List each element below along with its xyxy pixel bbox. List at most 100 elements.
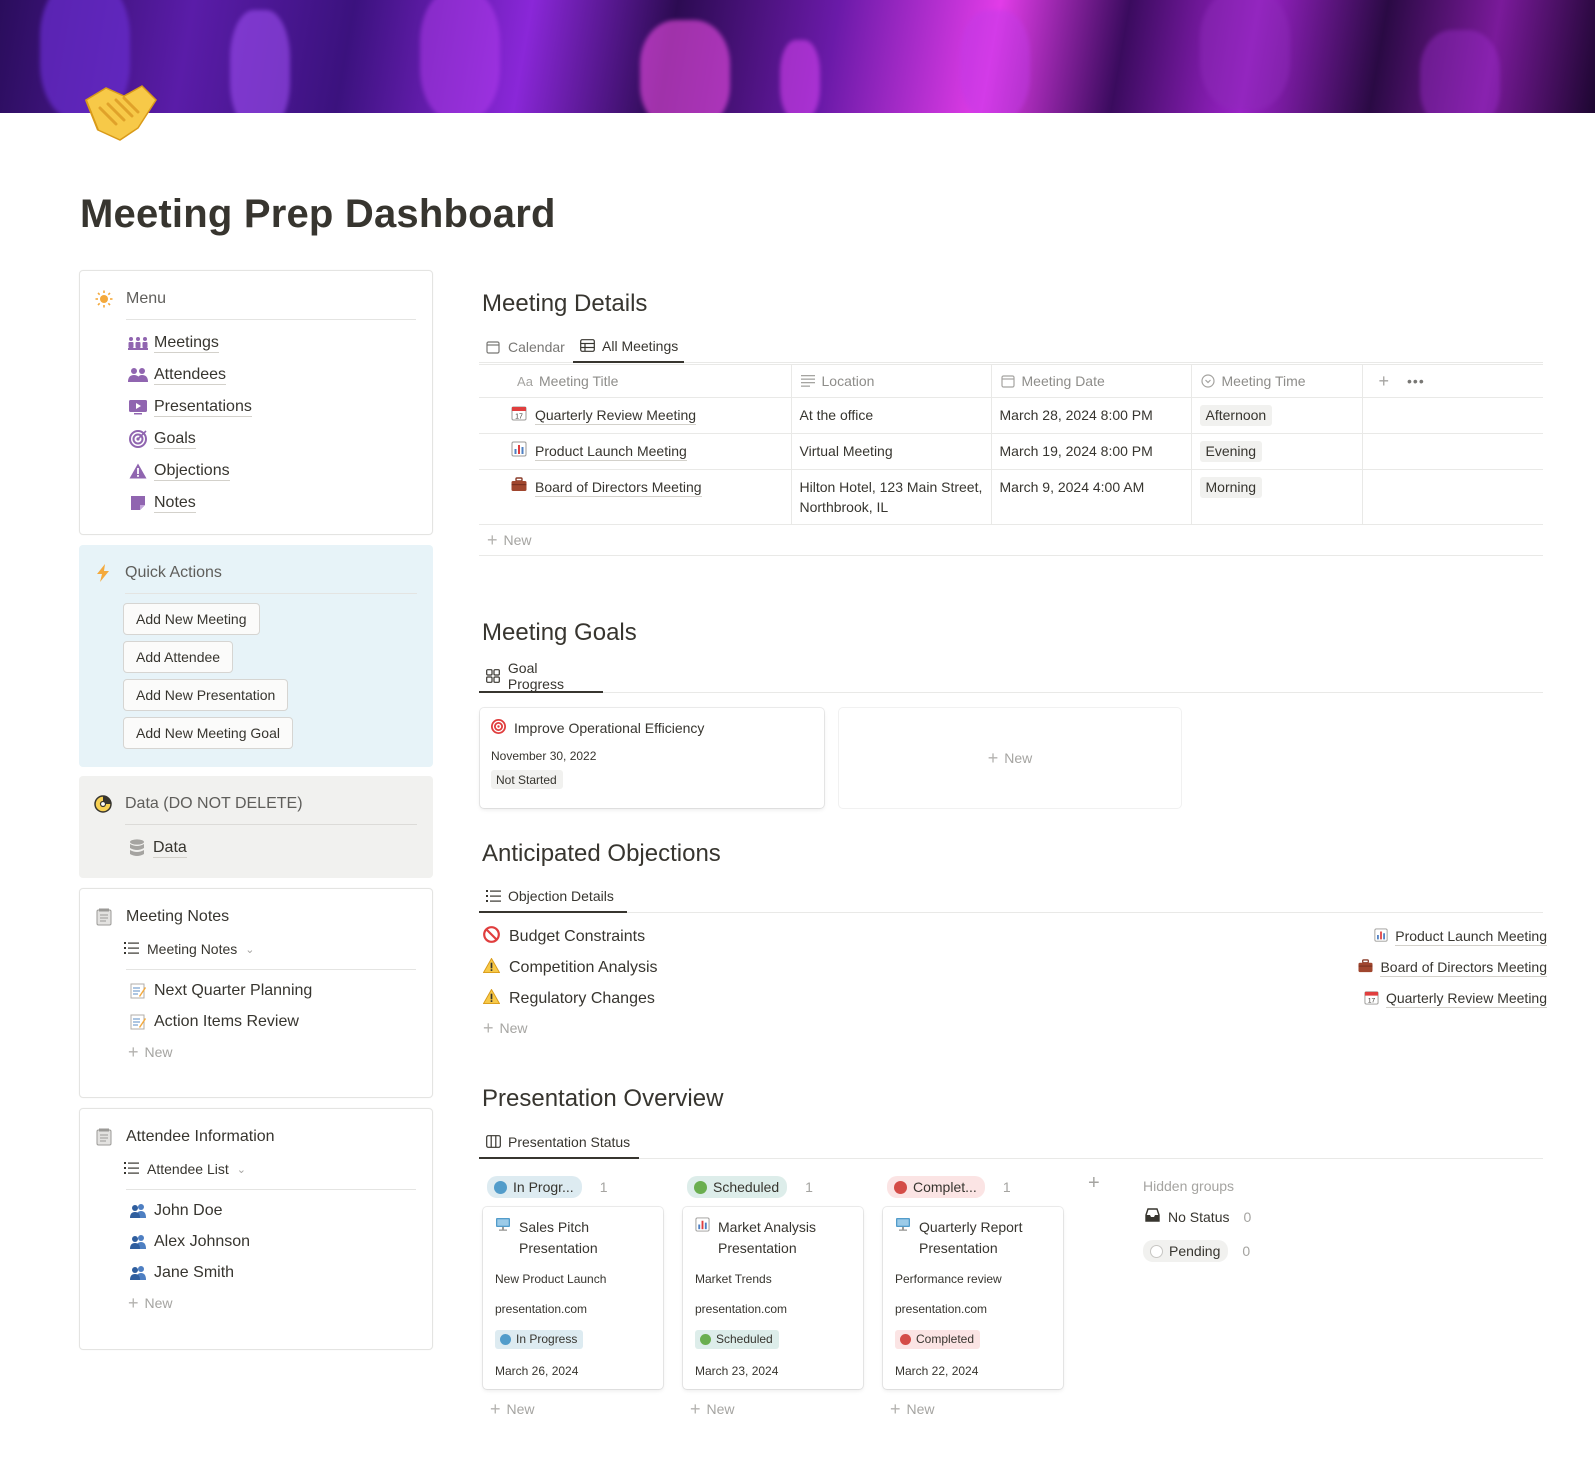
briefcase-icon (1358, 959, 1373, 976)
hidden-group-no-status[interactable]: No Status 0 (1145, 1208, 1251, 1225)
list-item[interactable]: John Doe (128, 1195, 250, 1226)
list-item[interactable]: Next Quarter Planning (128, 975, 312, 1006)
completed-new-button[interactable]: + New (890, 1394, 935, 1424)
data-link[interactable]: Data (127, 832, 187, 864)
time-tag: Morning (1199, 477, 1263, 498)
presentation-link[interactable]: presentation.com (895, 1300, 1051, 1319)
menu-header: Menu (94, 289, 166, 309)
add-attendee-button[interactable]: Add Attendee (123, 641, 234, 673)
menu-item-objections[interactable]: Objections (128, 455, 252, 487)
text-lines-icon (800, 373, 816, 389)
time-tag: Afternoon (1199, 405, 1273, 426)
table-row[interactable]: Board of Directors Meeting Hilton Hotel,… (479, 469, 1543, 525)
plus-icon: + (128, 1041, 139, 1062)
cover-banner (0, 0, 1595, 113)
menu-item-meetings[interactable]: Meetings (128, 327, 252, 359)
presentation-card[interactable]: Market Analysis Presentation Market Tren… (683, 1207, 863, 1389)
add-new-meeting-button[interactable]: Add New Meeting (123, 603, 260, 635)
sticky-note-icon (128, 493, 148, 513)
meeting-notes-view-selector[interactable]: Meeting Notes ⌄ (124, 941, 255, 957)
column-header-time[interactable]: Meeting Time (1191, 364, 1363, 398)
meeting-goals-tabs: Goal Progress (479, 660, 1543, 693)
new-row[interactable]: + New (479, 524, 1543, 556)
add-group-icon[interactable]: + (1088, 1172, 1100, 1195)
goal-card[interactable]: Improve Operational Efficiency November … (480, 708, 824, 808)
plus-icon: + (690, 1398, 701, 1419)
status-badge: Scheduled (695, 1330, 779, 1349)
menu-item-notes[interactable]: Notes (128, 487, 252, 519)
status-badge: Completed (895, 1330, 981, 1349)
presentation-link[interactable]: presentation.com (495, 1300, 651, 1319)
meeting-notes-header: Meeting Notes (94, 907, 229, 927)
group-in-progress[interactable]: In Progr... 1 (487, 1176, 608, 1198)
presentation-tabs: Presentation Status (479, 1126, 1543, 1159)
page-title: Meeting Prep Dashboard (80, 192, 556, 236)
calendar-people-icon (128, 333, 148, 353)
presentation-link[interactable]: presentation.com (695, 1300, 851, 1319)
presentation-overview-heading: Presentation Overview (482, 1085, 724, 1112)
menu-item-goals[interactable]: Goals (128, 423, 252, 455)
tab-calendar[interactable]: Calendar (479, 330, 571, 363)
handshake-icon[interactable] (80, 78, 160, 144)
table-row[interactable]: 17 Quarterly Review Meeting At the office… (479, 397, 1543, 434)
people-icon (128, 1201, 148, 1221)
column-header-title[interactable]: Aa Meeting Title (479, 364, 792, 398)
group-scheduled[interactable]: Scheduled 1 (687, 1176, 813, 1198)
database-icon (127, 838, 147, 858)
prohibited-icon (483, 925, 500, 948)
tab-objection-details[interactable]: Objection Details (479, 880, 627, 913)
menu-list: Meetings Attendees Presentations Goals O… (128, 327, 252, 519)
presentation-card[interactable]: Sales Pitch Presentation New Product Lau… (483, 1207, 663, 1389)
list-item[interactable]: Action Items Review (128, 1006, 312, 1037)
attendee-new-button[interactable]: + New (128, 1288, 250, 1318)
memo-icon (128, 1012, 148, 1032)
menu-item-attendees[interactable]: Attendees (128, 359, 252, 391)
add-new-meeting-goal-button[interactable]: Add New Meeting Goal (123, 717, 293, 749)
calendar-icon: 17 (511, 405, 527, 426)
bar-chart-icon (1374, 928, 1388, 945)
list-icon (124, 941, 139, 957)
table-row[interactable]: Product Launch Meeting Virtual Meeting M… (479, 433, 1543, 470)
data-header: Data (DO NOT DELETE) (93, 794, 303, 814)
hidden-group-pending[interactable]: Pending 0 (1143, 1240, 1250, 1262)
add-new-presentation-button[interactable]: Add New Presentation (123, 679, 289, 711)
chevron-down-icon: ⌄ (245, 943, 255, 956)
status-badge: Not Started (491, 770, 563, 789)
objections-new-button[interactable]: + New (483, 1013, 528, 1043)
list-item[interactable]: Jane Smith (128, 1257, 250, 1288)
scheduled-new-button[interactable]: + New (690, 1394, 735, 1424)
calendar-icon (485, 339, 501, 355)
group-completed[interactable]: Complet... 1 (887, 1176, 1011, 1198)
column-header-location[interactable]: Location (791, 364, 992, 398)
status-dot (494, 1180, 507, 1194)
presentation-card[interactable]: Quarterly Report Presentation Performanc… (883, 1207, 1063, 1389)
tab-all-meetings[interactable]: All Meetings (573, 330, 685, 363)
data-card: Data (DO NOT DELETE) Data (79, 776, 433, 878)
more-options-icon[interactable]: ••• (1407, 373, 1425, 389)
attendee-list-view-selector[interactable]: Attendee List ⌄ (124, 1161, 246, 1177)
meeting-notes-card: Meeting Notes Meeting Notes ⌄ Next Quart… (79, 888, 433, 1098)
list-item[interactable]: Alex Johnson (128, 1226, 250, 1257)
plus-icon: + (128, 1292, 139, 1313)
monitor-icon (495, 1217, 511, 1259)
warning-icon (482, 957, 501, 978)
meeting-notes-new-button[interactable]: + New (128, 1037, 312, 1067)
list-item[interactable]: Budget Constraints Product Launch Meetin… (483, 921, 1547, 952)
list-item[interactable]: Regulatory Changes 17 Quarterly Review M… (482, 983, 1547, 1014)
calendar-icon: 17 (1364, 990, 1379, 1008)
tab-presentation-status[interactable]: Presentation Status (479, 1126, 639, 1159)
meetings-table: Aa Meeting Title Location Meeting Date Me… (479, 364, 1543, 556)
column-header-date[interactable]: Meeting Date (991, 364, 1192, 398)
tab-goal-progress[interactable]: Goal Progress (479, 660, 603, 693)
notepad-icon (94, 907, 114, 927)
time-tag: Evening (1199, 441, 1263, 462)
add-column-icon[interactable]: + (1379, 371, 1390, 392)
goal-new-card[interactable]: + New (839, 708, 1181, 808)
list-item[interactable]: Competition Analysis Board of Directors … (482, 952, 1547, 983)
table-icon (579, 338, 595, 354)
in-progress-new-button[interactable]: + New (490, 1394, 535, 1424)
bar-chart-icon (511, 441, 527, 462)
menu-item-presentations[interactable]: Presentations (128, 391, 252, 423)
quick-actions-header: Quick Actions (93, 563, 222, 583)
notepad-icon (94, 1127, 114, 1147)
